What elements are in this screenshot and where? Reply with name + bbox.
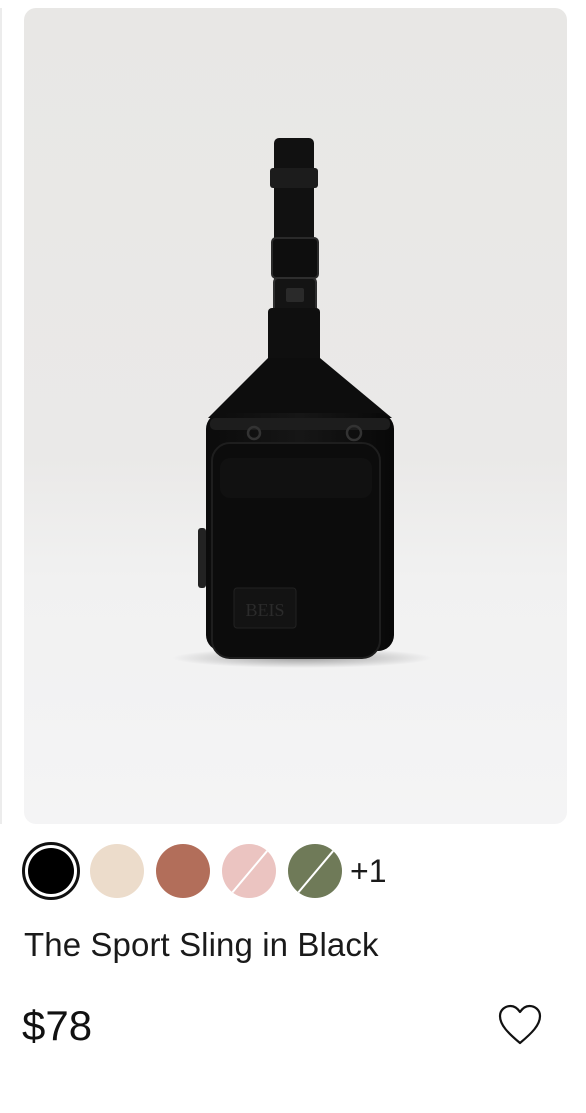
swatch-pink[interactable]	[222, 844, 276, 898]
more-colors-count[interactable]: +1	[350, 855, 386, 887]
product-image[interactable]: BEIS	[24, 8, 567, 824]
product-title[interactable]: The Sport Sling in Black	[24, 926, 379, 964]
sling-bag-illustration: BEIS	[172, 138, 432, 668]
color-swatches: +1	[22, 842, 386, 900]
adjacent-card-edge	[0, 8, 2, 824]
swatch-black[interactable]	[22, 842, 80, 900]
swatch-terracotta[interactable]	[156, 844, 210, 898]
heart-outline-icon	[498, 1004, 542, 1045]
swatch-beige[interactable]	[90, 844, 144, 898]
swatch-olive[interactable]	[288, 844, 342, 898]
product-price: $78	[22, 1002, 93, 1049]
bag-logo-text: BEIS	[245, 600, 284, 620]
product-card: BEIS +1 The Sport Sling in Black $78	[0, 0, 586, 1113]
unavailable-slash	[294, 845, 338, 897]
wishlist-button[interactable]	[496, 1003, 544, 1047]
unavailable-slash	[228, 845, 272, 897]
